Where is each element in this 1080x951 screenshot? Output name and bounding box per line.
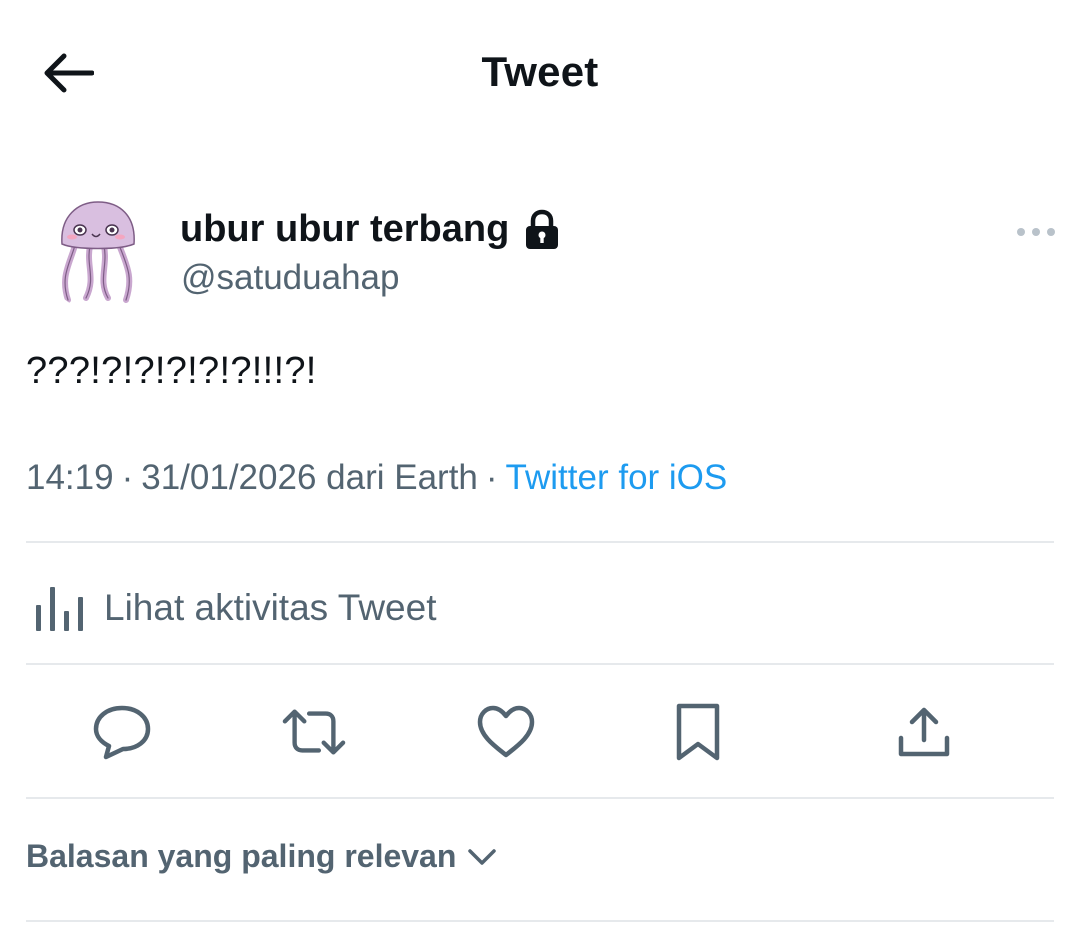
- avatar[interactable]: [42, 194, 160, 312]
- replies-sort-selector[interactable]: Balasan yang paling relevan: [26, 838, 498, 875]
- chevron-down-icon: [468, 848, 497, 865]
- retweet-icon: [282, 709, 346, 755]
- tweet-source-link[interactable]: Twitter for iOS: [506, 458, 728, 497]
- meta-separator: ·: [121, 458, 134, 497]
- like-button[interactable]: [474, 700, 538, 764]
- bookmark-icon: [676, 703, 720, 761]
- reply-button[interactable]: [90, 700, 154, 764]
- lock-icon: [526, 209, 559, 249]
- tweet-meta: 14:19 · 31/01/2026 dari Earth · Twitter for …: [26, 458, 727, 498]
- tweet-text: ???!?!?!?!?!?!!!?!: [26, 350, 317, 392]
- divider: [26, 797, 1054, 799]
- more-options-button[interactable]: [1012, 218, 1060, 246]
- tweet-detail-page: Tweet ubur ubur terbang @satuduahap ???!…: [0, 0, 1080, 951]
- more-dots-icon: [1017, 228, 1055, 236]
- reply-icon: [93, 705, 151, 760]
- tweet-activity-link[interactable]: Lihat aktivitas Tweet: [26, 568, 437, 648]
- share-icon: [898, 707, 950, 757]
- tweet-time: 14:19: [26, 458, 114, 497]
- meta-separator: ·: [485, 458, 498, 497]
- replies-sort-label: Balasan yang paling relevan: [26, 838, 457, 874]
- divider: [26, 541, 1054, 543]
- top-bar: Tweet: [0, 0, 1080, 140]
- bookmark-button[interactable]: [666, 700, 730, 764]
- share-button[interactable]: [892, 700, 956, 764]
- author-name-row[interactable]: ubur ubur terbang: [180, 208, 561, 251]
- analytics-bar-icon: [36, 587, 83, 631]
- page-title: Tweet: [481, 48, 599, 95]
- author-name: ubur ubur terbang: [180, 208, 510, 250]
- tweet-activity-label: Lihat aktivitas Tweet: [104, 587, 437, 628]
- jellyfish-avatar-image: [61, 201, 135, 303]
- heart-icon: [477, 705, 535, 758]
- author-handle[interactable]: @satuduahap: [181, 258, 399, 298]
- retweet-button[interactable]: [282, 700, 346, 764]
- divider: [26, 663, 1054, 665]
- tweet-date-location[interactable]: 31/01/2026 dari Earth: [141, 458, 478, 497]
- divider: [26, 920, 1054, 922]
